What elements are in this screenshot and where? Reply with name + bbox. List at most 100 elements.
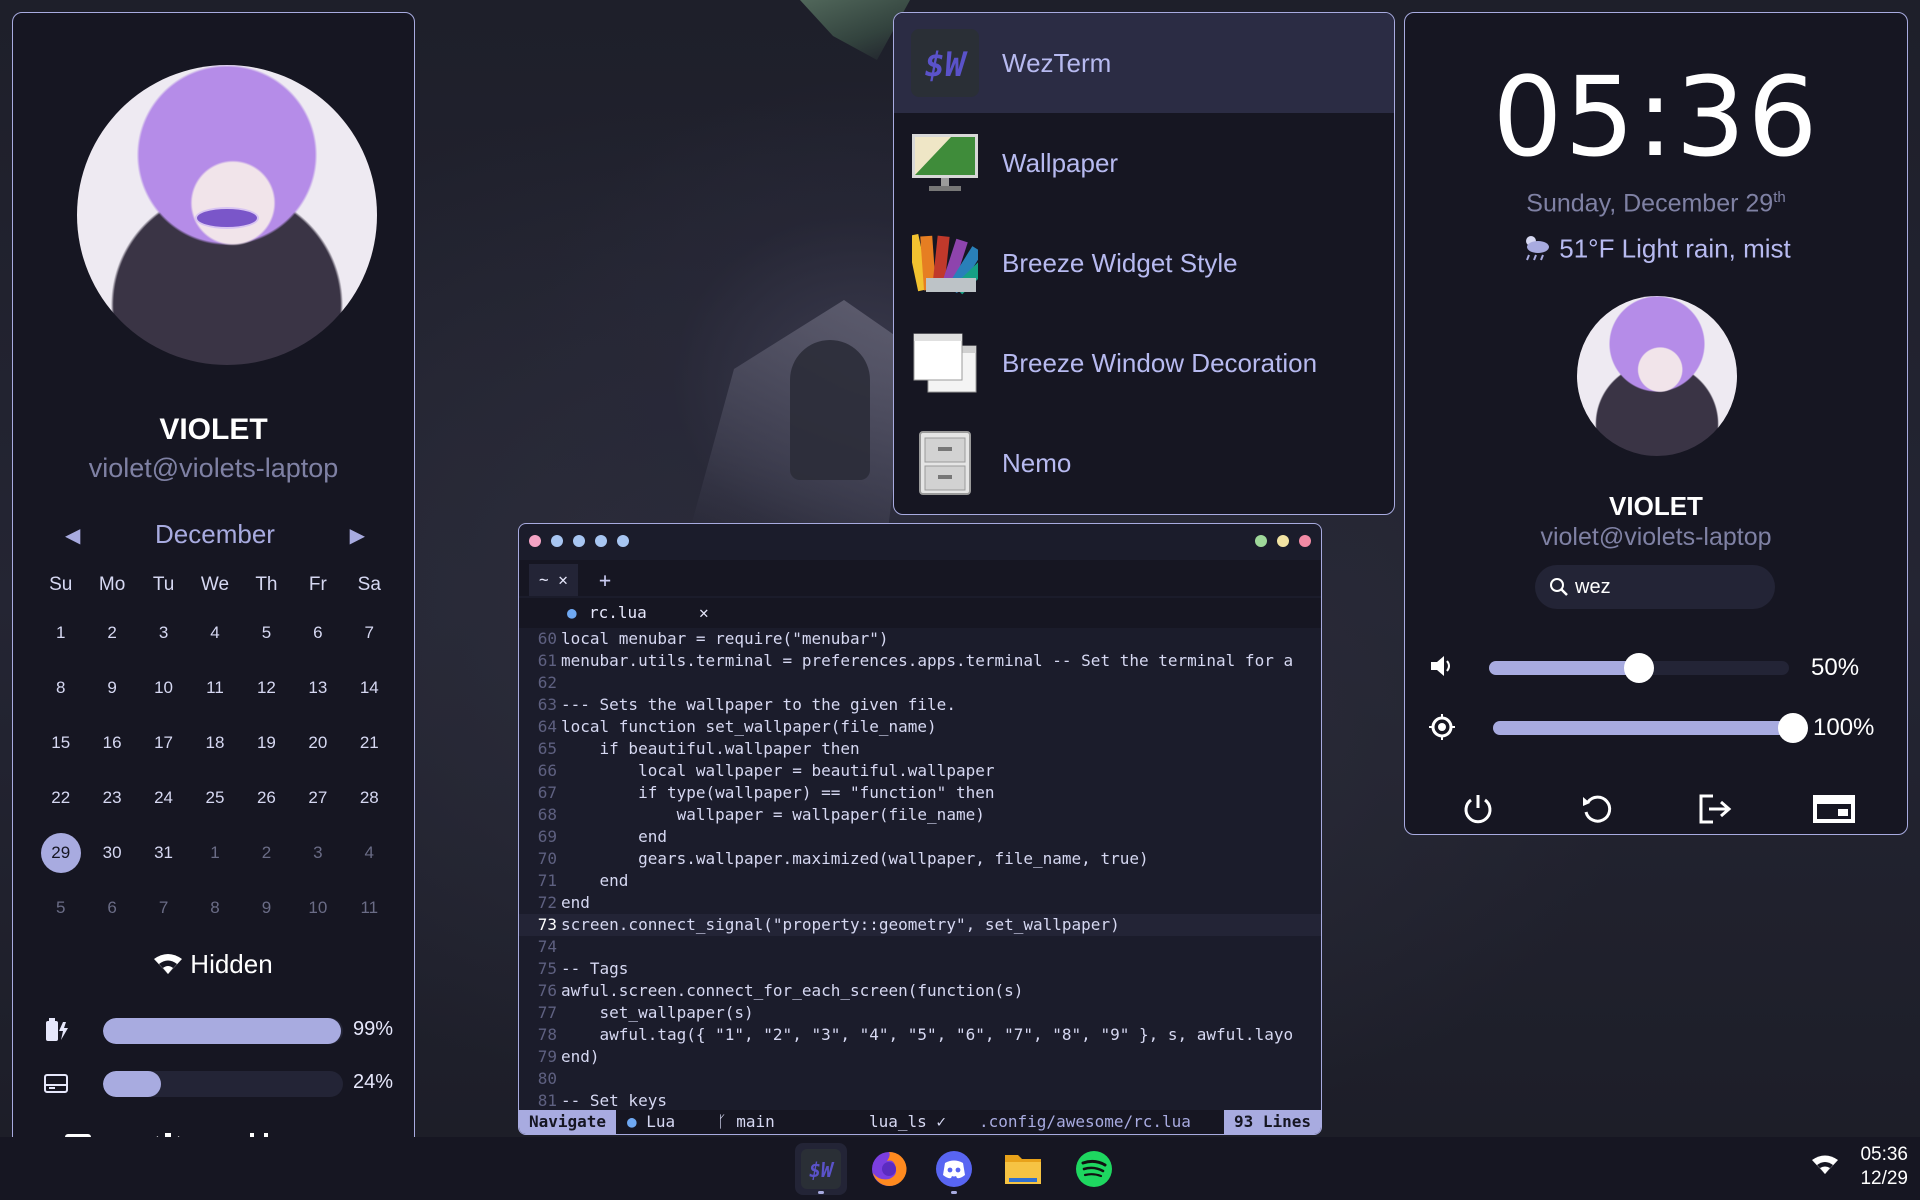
calendar-day[interactable]: 7 <box>138 880 189 935</box>
code-line[interactable]: 76 awful.screen.connect_for_each_screen(f… <box>519 980 1321 1002</box>
calendar-day[interactable]: 3 <box>138 605 189 660</box>
calendar-day[interactable]: 19 <box>241 715 292 770</box>
taskbar-files[interactable] <box>997 1143 1049 1195</box>
calendar-day[interactable]: 27 <box>292 770 343 825</box>
launcher-item-nemo[interactable]: Nemo <box>894 413 1394 513</box>
calendar-day[interactable]: 11 <box>189 660 240 715</box>
code-line[interactable]: 72 end <box>519 892 1321 914</box>
code-line[interactable]: 80 <box>519 1068 1321 1090</box>
calendar-day[interactable]: 30 <box>86 825 137 880</box>
code-line[interactable]: 60 local menubar = require("menubar") <box>519 628 1321 650</box>
calendar-day[interactable]: 6 <box>86 880 137 935</box>
launcher-item-wallpaper[interactable]: Wallpaper <box>894 113 1394 213</box>
calendar-day[interactable]: 17 <box>138 715 189 770</box>
code-editor[interactable]: 60 local menubar = require("menubar") 61 me… <box>519 628 1321 1112</box>
taskbar-clock[interactable]: 05:36 12/29 <box>1860 1143 1908 1191</box>
code-line[interactable]: 77 set_wallpaper(s) <box>519 1002 1321 1024</box>
calendar-day[interactable]: 10 <box>292 880 343 935</box>
calendar-day[interactable]: 20 <box>292 715 343 770</box>
brightness-icon[interactable] <box>1429 714 1455 745</box>
calendar-day[interactable]: 15 <box>35 715 86 770</box>
code-line[interactable]: 67 if type(wallpaper) == "function" then <box>519 782 1321 804</box>
maximize-button[interactable] <box>1255 535 1267 547</box>
calendar-day[interactable]: 9 <box>86 660 137 715</box>
calendar-day[interactable]: 4 <box>189 605 240 660</box>
terminal-titlebar[interactable] <box>519 524 1321 558</box>
calendar-day[interactable]: 22 <box>35 770 86 825</box>
calendar-day[interactable]: 24 <box>138 770 189 825</box>
taskbar-discord[interactable] <box>928 1143 980 1195</box>
terminal-window[interactable]: ~ ✕ + ● rc.lua ✕ 60 local menubar = requi… <box>518 523 1322 1135</box>
code-line[interactable]: 81 -- Set keys <box>519 1090 1321 1112</box>
logout-icon[interactable] <box>1690 787 1740 831</box>
minimize-button[interactable] <box>1277 535 1289 547</box>
volume-knob[interactable] <box>1624 653 1654 683</box>
calendar-day[interactable]: 18 <box>189 715 240 770</box>
app-search[interactable] <box>1535 565 1775 609</box>
calendar-day[interactable]: 8 <box>35 660 86 715</box>
taskbar-firefox[interactable] <box>863 1143 915 1195</box>
brightness-knob[interactable] <box>1778 713 1808 743</box>
calendar-day[interactable]: 28 <box>344 770 395 825</box>
calendar-day[interactable]: 26 <box>241 770 292 825</box>
calendar-day[interactable]: 5 <box>241 605 292 660</box>
calendar-day[interactable]: 21 <box>344 715 395 770</box>
launcher-item-wezterm[interactable]: $W WezTerm <box>894 13 1394 113</box>
code-line[interactable]: 73 screen.connect_signal("property::geome… <box>519 914 1321 936</box>
code-line[interactable]: 70 gears.wallpaper.maximized(wallpaper, … <box>519 848 1321 870</box>
calendar-day[interactable]: 1 <box>189 825 240 880</box>
launcher-item-breeze-widget-style[interactable]: Breeze Widget Style <box>894 213 1394 313</box>
power-icon[interactable] <box>1453 787 1503 831</box>
wifi-icon[interactable] <box>1812 1155 1838 1180</box>
calendar-day[interactable]: 8 <box>189 880 240 935</box>
calendar-day[interactable]: 13 <box>292 660 343 715</box>
calendar-day[interactable]: 14 <box>344 660 395 715</box>
new-tab-button[interactable]: + <box>599 564 611 596</box>
calendar-day[interactable]: 9 <box>241 880 292 935</box>
code-line[interactable]: 66 local wallpaper = beautiful.wallpaper <box>519 760 1321 782</box>
search-input[interactable] <box>1575 573 1765 601</box>
calendar-day[interactable]: 6 <box>292 605 343 660</box>
code-line[interactable]: 78 awful.tag({ "1", "2", "3", "4", "5", … <box>519 1024 1321 1046</box>
code-line[interactable]: 62 <box>519 672 1321 694</box>
close-button[interactable] <box>1299 535 1311 547</box>
buffer-tab[interactable]: ● rc.lua ✕ <box>559 598 739 628</box>
calendar-day[interactable]: 25 <box>189 770 240 825</box>
wifi-status[interactable]: Hidden <box>13 949 414 982</box>
calendar-day[interactable]: 7 <box>344 605 395 660</box>
calendar-day[interactable]: 11 <box>344 880 395 935</box>
calendar-day[interactable]: 3 <box>292 825 343 880</box>
calendar-day[interactable]: 31 <box>138 825 189 880</box>
calendar-day[interactable]: 1 <box>35 605 86 660</box>
volume-slider[interactable] <box>1489 653 1789 683</box>
code-line[interactable]: 64 local function set_wallpaper(file_name… <box>519 716 1321 738</box>
code-line[interactable]: 69 end <box>519 826 1321 848</box>
code-line[interactable]: 65 if beautiful.wallpaper then <box>519 738 1321 760</box>
taskbar-wezterm[interactable]: $W <box>795 1143 847 1195</box>
volume-icon[interactable] <box>1429 654 1455 683</box>
calendar-day[interactable]: 12 <box>241 660 292 715</box>
reboot-icon[interactable] <box>1572 787 1622 831</box>
calendar-day[interactable]: 4 <box>344 825 395 880</box>
calendar-day[interactable]: 2 <box>86 605 137 660</box>
calendar-day[interactable]: 5 <box>35 880 86 935</box>
terminal-tab[interactable]: ~ ✕ <box>529 564 578 596</box>
next-month-icon[interactable]: ▶ <box>350 523 365 548</box>
code-line[interactable]: 68 wallpaper = wallpaper(file_name) <box>519 804 1321 826</box>
taskbar-spotify[interactable] <box>1068 1143 1120 1195</box>
calendar-day[interactable]: 10 <box>138 660 189 715</box>
lock-icon[interactable] <box>1809 787 1859 831</box>
close-buffer-icon[interactable]: ✕ <box>699 598 709 628</box>
close-tab-icon[interactable]: ✕ <box>558 570 568 589</box>
code-line[interactable]: 79 end) <box>519 1046 1321 1068</box>
launcher-item-breeze-window-decoration[interactable]: Breeze Window Decoration <box>894 313 1394 413</box>
code-line[interactable]: 61 menubar.utils.terminal = preferences.a… <box>519 650 1321 672</box>
calendar-day[interactable]: 23 <box>86 770 137 825</box>
code-line[interactable]: 71 end <box>519 870 1321 892</box>
calendar-day[interactable]: 29 <box>35 825 86 880</box>
code-line[interactable]: 75 -- Tags <box>519 958 1321 980</box>
code-line[interactable]: 74 <box>519 936 1321 958</box>
code-line[interactable]: 63 --- Sets the wallpaper to the given fi… <box>519 694 1321 716</box>
brightness-slider[interactable] <box>1493 713 1808 743</box>
calendar-day[interactable]: 2 <box>241 825 292 880</box>
